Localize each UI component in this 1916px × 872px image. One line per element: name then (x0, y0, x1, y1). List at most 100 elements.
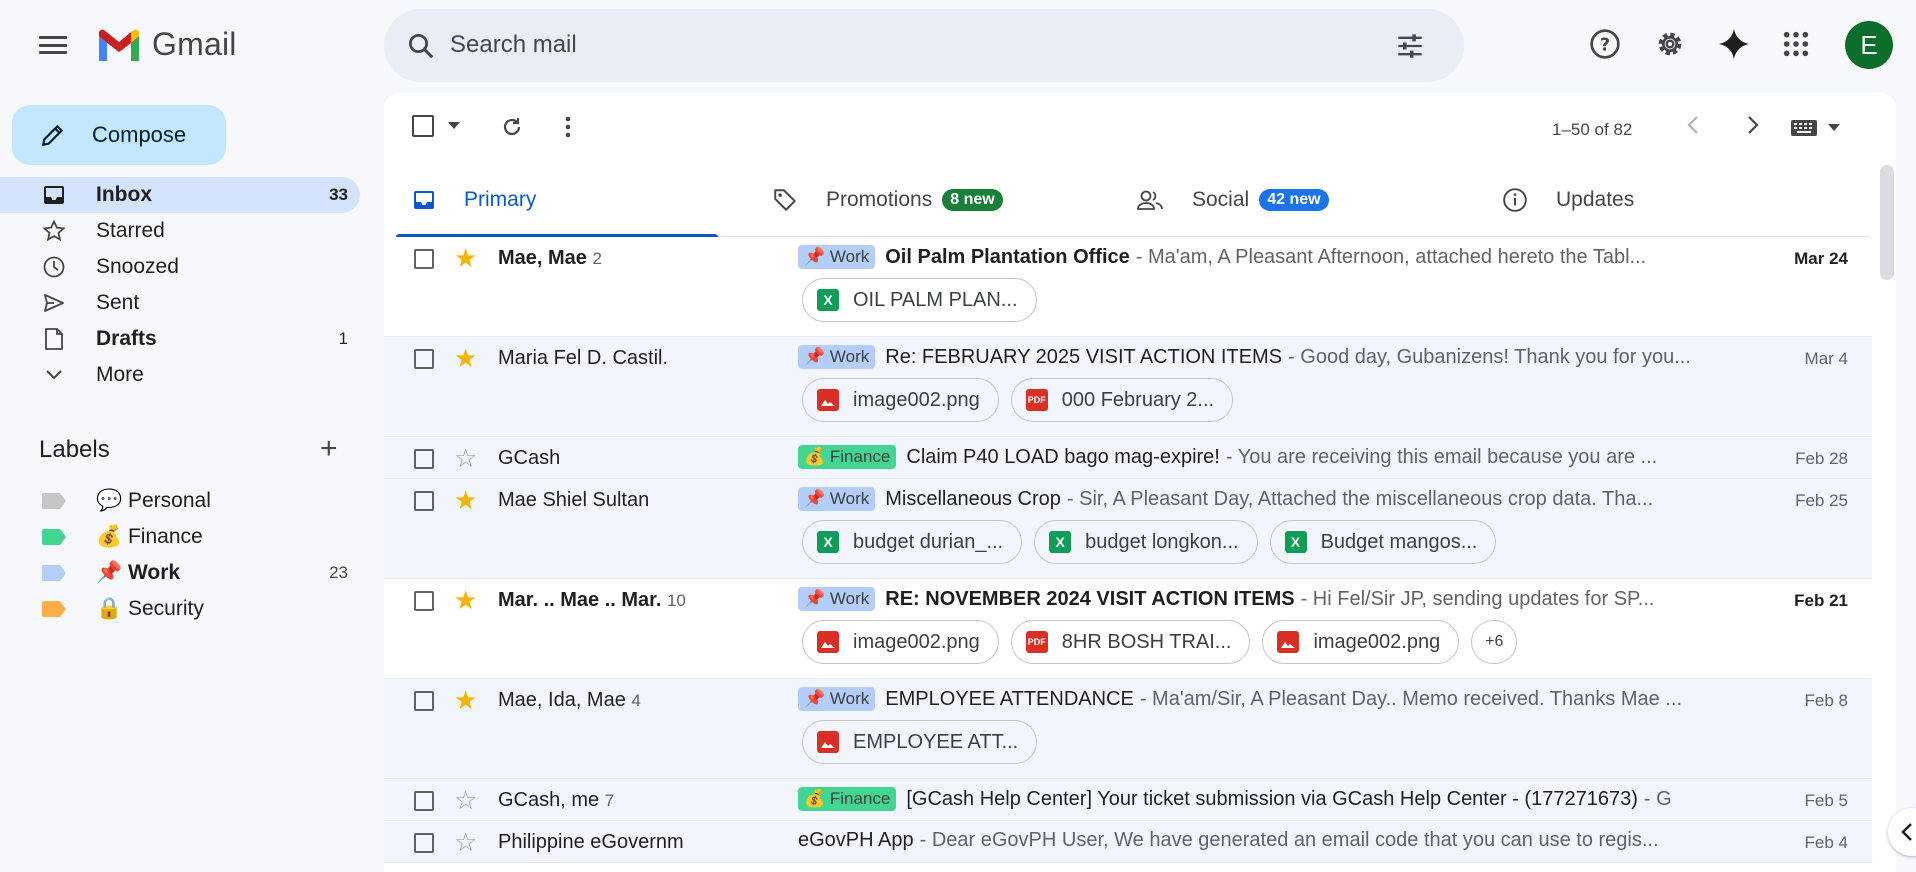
caret-down-icon[interactable] (448, 122, 460, 130)
sender-name: Mae, Mae 2 (498, 247, 602, 269)
labels-heading: Labels (39, 436, 110, 463)
attachment-chip[interactable]: Xbudget longkon... (1034, 520, 1258, 564)
apps-grid-icon[interactable] (1778, 26, 1814, 62)
email-summary: 📌 Work EMPLOYEE ATTENDANCE - Ma'am/Sir, A … (798, 687, 1778, 711)
settings-gear-icon[interactable] (1652, 26, 1688, 62)
attachment-chip[interactable]: PDF 8HR BOSH TRAI... (1010, 620, 1251, 664)
label-item-finance[interactable]: 💰 Finance (0, 519, 360, 555)
row-checkbox[interactable] (414, 349, 434, 369)
email-row[interactable]: ☆ GCash 💰 Finance Claim P40 LOAD bago mag-… (384, 437, 1872, 479)
label-item-security[interactable]: 🔒 Security (0, 591, 360, 627)
star-filled-icon[interactable]: ★ (454, 245, 477, 271)
email-list: ★ Mae, Mae 2 📌 Work Oil Palm Plantation Off… (384, 237, 1872, 863)
email-summary: 💰 Finance Claim P40 LOAD bago mag-expire!… (798, 445, 1778, 469)
star-outline-icon[interactable]: ☆ (454, 787, 477, 813)
scrollbar-thumb[interactable] (1880, 165, 1894, 280)
email-subject: Miscellaneous Crop (885, 487, 1061, 510)
label-item-personal[interactable]: 💬 Personal (0, 483, 360, 519)
main-menu-button[interactable] (38, 32, 68, 58)
email-label-chip[interactable]: 📌 Work (798, 587, 876, 611)
label-tag-icon (42, 601, 66, 617)
star-outline-icon[interactable]: ☆ (454, 445, 477, 471)
account-avatar[interactable]: E (1845, 21, 1893, 69)
sidebar-item-drafts[interactable]: Drafts 1 (0, 321, 360, 357)
add-label-button[interactable]: + (320, 434, 338, 464)
next-page-icon[interactable] (1746, 115, 1760, 135)
attachment-chip[interactable]: EMPLOYEE ATT... (802, 720, 1038, 764)
sidebar-item-label: Snoozed (96, 255, 179, 278)
star-filled-icon[interactable]: ★ (454, 587, 477, 613)
select-all-checkbox[interactable] (412, 115, 460, 137)
sidebar-item-more[interactable]: More (0, 357, 360, 393)
label-count: 23 (329, 563, 348, 582)
attachment-chip[interactable]: image002.png (1262, 620, 1460, 664)
tab-primary[interactable]: Primary (396, 163, 718, 238)
sidebar-item-label: Starred (96, 219, 165, 242)
attachment-chip[interactable]: X Budget mangos... (1269, 520, 1497, 564)
attachment-chip[interactable]: Xbudget durian_... (802, 520, 1023, 564)
star-outline-icon[interactable]: ☆ (454, 829, 477, 855)
new-count-badge: 42 new (1259, 189, 1329, 211)
people-icon (1136, 188, 1164, 212)
sidebar-item-snoozed[interactable]: Snoozed (0, 249, 360, 285)
sidebar-item-starred[interactable]: Starred (0, 213, 360, 249)
row-checkbox[interactable] (414, 449, 434, 469)
star-filled-icon[interactable]: ★ (454, 345, 477, 371)
tab-promotions[interactable]: Promotions 8 new (772, 163, 1003, 237)
help-icon[interactable]: ? (1587, 26, 1623, 62)
prev-page-icon[interactable] (1686, 115, 1700, 135)
info-icon (1502, 187, 1528, 213)
sender-name: Maria Fel D. Castil. (498, 347, 669, 369)
sheets-file-icon: X (1284, 531, 1307, 553)
email-row[interactable]: ☆ Philippine eGovernm eGovPH App - Dear eG… (384, 821, 1872, 863)
caret-down-icon[interactable] (1828, 124, 1840, 132)
email-row[interactable]: ★ Maria Fel D. Castil. 📌 Work Re: FEBRUARY… (384, 337, 1872, 437)
refresh-icon[interactable] (500, 115, 524, 139)
row-checkbox[interactable] (414, 691, 434, 711)
attachment-chip[interactable]: image002.png (802, 378, 999, 422)
email-label-chip[interactable]: 💰 Finance (798, 787, 897, 811)
label-item-work[interactable]: 📌 Work 23 (0, 555, 360, 591)
email-label-chip[interactable]: 📌 Work (798, 245, 876, 269)
clock-icon (40, 253, 68, 281)
email-label-chip[interactable]: 📌 Work (798, 487, 876, 511)
attachment-chip[interactable]: PDF 000 February 2... (1010, 378, 1234, 422)
input-tools-keyboard-icon[interactable] (1790, 119, 1840, 137)
compose-button[interactable]: Compose (12, 105, 226, 165)
more-options-icon[interactable] (564, 115, 572, 139)
email-row[interactable]: ★ Mar. .. Mae .. Mar. 10 📌 Work RE: NOVEMBE… (384, 579, 1872, 679)
search-input[interactable] (450, 25, 1350, 65)
email-label-chip[interactable]: 📌 Work (798, 687, 876, 711)
sidebar-item-label: More (96, 363, 144, 386)
email-row[interactable]: ★ Mae Shiel Sultan 📌 Work Miscellaneous Cr… (384, 479, 1872, 579)
email-row[interactable]: ★ Mae, Ida, Mae 4 📌 Work EMPLOYEE ATTENDANC… (384, 679, 1872, 779)
row-checkbox[interactable] (414, 491, 434, 511)
email-snippet: - Ma'am/Sir, A Pleasant Day.. Memo recei… (1139, 687, 1683, 710)
more-attachments-chip[interactable]: +6 (1471, 620, 1518, 664)
search-icon[interactable] (406, 31, 436, 61)
sidebar-item-inbox[interactable]: Inbox 33 (0, 177, 360, 213)
attachment-chip[interactable]: image002.png (802, 620, 999, 664)
email-label-chip[interactable]: 💰 Finance (798, 445, 897, 469)
email-label-chip[interactable]: 📌 Work (798, 345, 876, 369)
gemini-sparkle-icon[interactable] (1716, 26, 1752, 62)
search-options-icon[interactable] (1396, 33, 1424, 59)
star-filled-icon[interactable]: ★ (454, 687, 477, 713)
gmail-logo[interactable]: Gmail (96, 26, 237, 63)
email-row[interactable]: ☆ GCash, me 7 💰 Finance [GCash Help Center]… (384, 779, 1872, 821)
pencil-icon (41, 124, 64, 147)
row-checkbox[interactable] (414, 591, 434, 611)
row-checkbox[interactable] (414, 833, 434, 853)
star-filled-icon[interactable]: ★ (454, 487, 477, 513)
image-file-icon (1277, 631, 1300, 653)
tab-social[interactable]: Social 42 new (1136, 163, 1329, 237)
email-date: Mar 24 (1794, 249, 1848, 268)
tab-updates[interactable]: Updates (1502, 163, 1634, 237)
row-checkbox[interactable] (414, 791, 434, 811)
sidebar-item-sent[interactable]: Sent (0, 285, 360, 321)
row-checkbox[interactable] (414, 249, 434, 269)
label-name: 🔒 Security (96, 597, 204, 620)
email-row[interactable]: ★ Mae, Mae 2 📌 Work Oil Palm Plantation Off… (384, 237, 1872, 337)
attachment-chip[interactable]: X OIL PALM PLAN... (802, 278, 1037, 322)
search-bar[interactable] (384, 9, 1464, 82)
